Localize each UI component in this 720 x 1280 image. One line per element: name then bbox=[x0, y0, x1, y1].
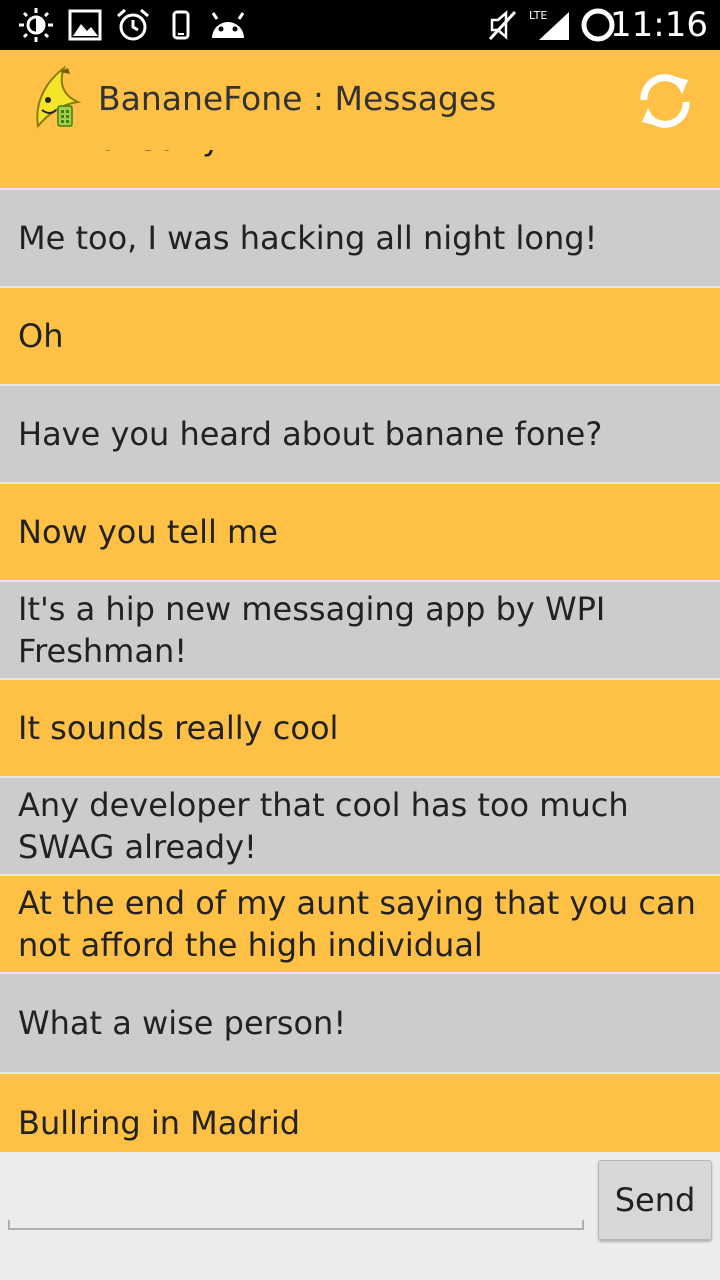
network-type-label: LTE bbox=[529, 9, 547, 22]
brightness-icon bbox=[16, 8, 56, 42]
android-icon bbox=[206, 8, 250, 42]
input-underline-tick-right bbox=[582, 1220, 584, 1230]
list-item[interactable]: It's a hip new messaging app by WPI Fres… bbox=[0, 582, 720, 678]
message-text: Me too, I was hacking all night long! bbox=[18, 219, 598, 257]
gallery-icon bbox=[66, 8, 104, 42]
alarm-icon bbox=[114, 8, 152, 42]
message-text: What a wise person! bbox=[18, 1004, 347, 1042]
message-input[interactable] bbox=[8, 1168, 582, 1230]
status-bar: LTE 11:16 bbox=[0, 0, 720, 50]
list-item[interactable]: Me too, I was hacking all night long! bbox=[0, 190, 720, 286]
list-item[interactable]: Oh bbox=[0, 288, 720, 384]
message-text: Any developer that cool has too much SWA… bbox=[18, 786, 629, 866]
phone-icon bbox=[168, 8, 194, 42]
page-title: BananeFone : Messages bbox=[98, 79, 497, 118]
list-item[interactable]: It sounds really cool bbox=[0, 680, 720, 776]
refresh-icon[interactable] bbox=[634, 70, 696, 132]
message-text: It's a hip new messaging app by WPI Fres… bbox=[18, 590, 606, 670]
message-text: I'm not sorry! bbox=[18, 150, 234, 160]
input-underline bbox=[8, 1228, 584, 1230]
message-text: It sounds really cool bbox=[18, 709, 339, 747]
list-item[interactable]: Have you heard about banane fone? bbox=[0, 386, 720, 482]
banana-phone-icon bbox=[24, 65, 86, 132]
message-text: Bullring in Madrid bbox=[18, 1104, 301, 1142]
send-button[interactable]: Send bbox=[598, 1160, 712, 1240]
status-time: 11:16 bbox=[610, 5, 708, 45]
list-item[interactable]: I'm not sorry! bbox=[0, 150, 720, 188]
signal-icon: LTE bbox=[528, 8, 572, 42]
message-text: Now you tell me bbox=[18, 513, 278, 551]
message-text: At the end of my aunt saying that you ca… bbox=[18, 884, 696, 964]
list-item[interactable]: What a wise person! bbox=[0, 974, 720, 1072]
message-text: Have you heard about banane fone? bbox=[18, 415, 603, 453]
list-item[interactable]: Any developer that cool has too much SWA… bbox=[0, 778, 720, 874]
input-underline-tick-left bbox=[8, 1220, 10, 1230]
mute-icon bbox=[486, 8, 520, 42]
message-list[interactable]: I'm not sorry! Me too, I was hacking all… bbox=[0, 150, 720, 1152]
list-item[interactable]: Now you tell me bbox=[0, 484, 720, 580]
list-item[interactable]: At the end of my aunt saying that you ca… bbox=[0, 876, 720, 972]
message-text: Oh bbox=[18, 317, 64, 355]
action-bar: BananeFone : Messages bbox=[0, 50, 720, 150]
list-item[interactable]: Bullring in Madrid bbox=[0, 1074, 720, 1152]
